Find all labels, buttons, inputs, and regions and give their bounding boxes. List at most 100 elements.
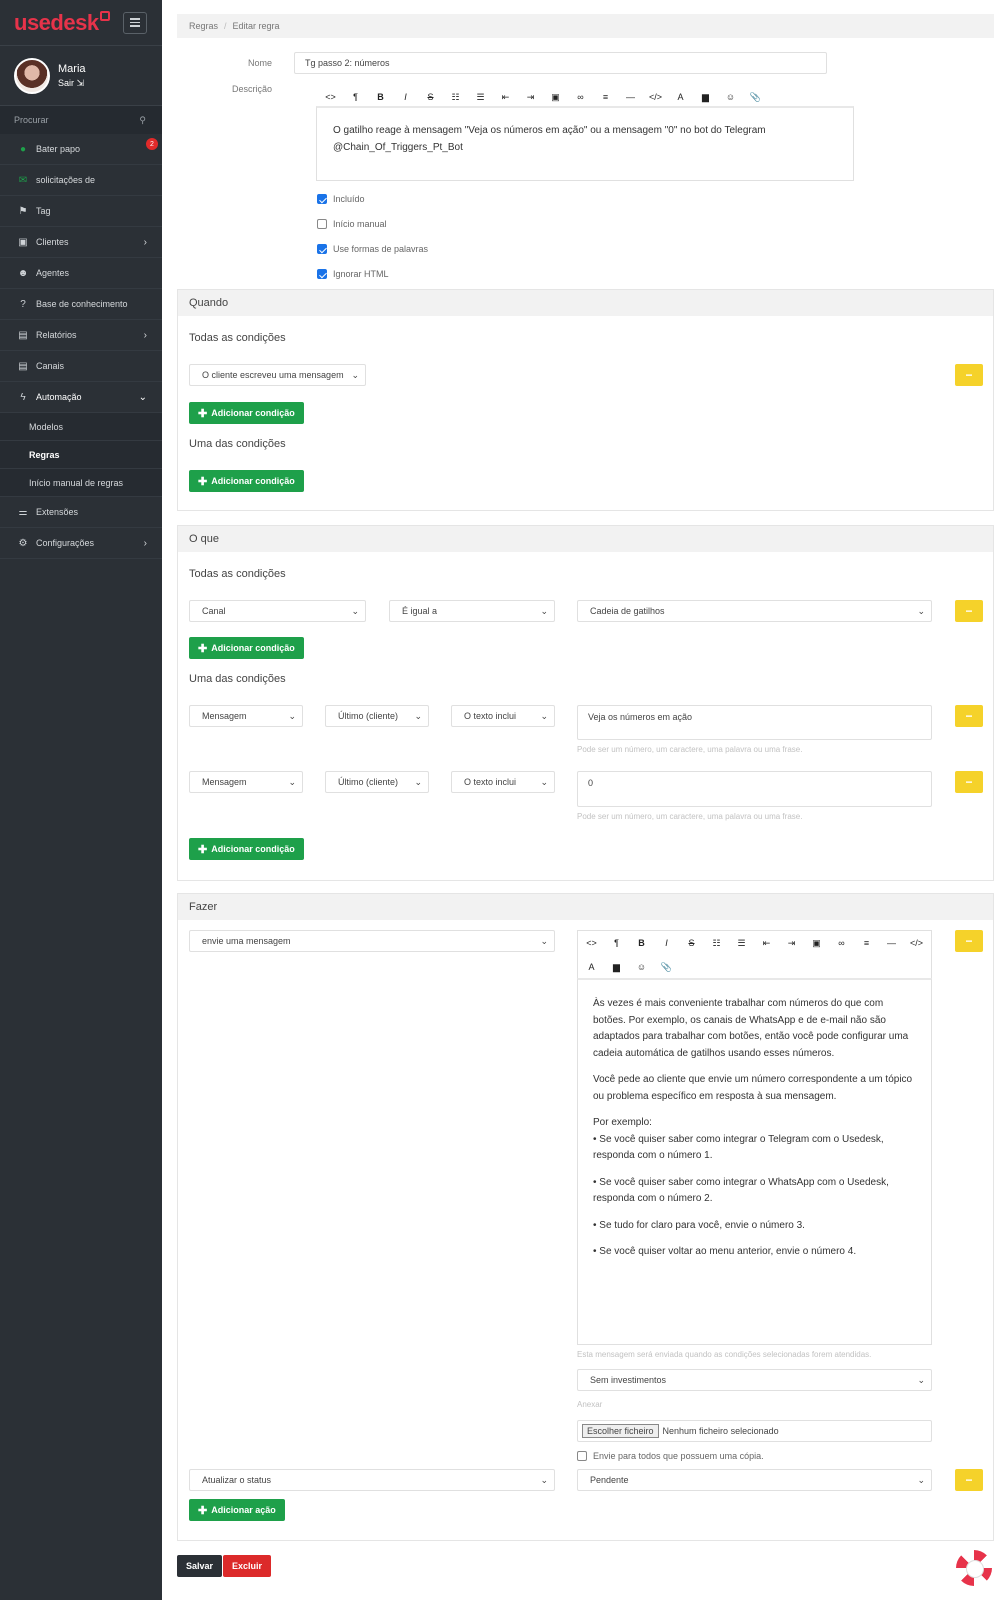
condition-value-textarea[interactable]: 0 — [577, 771, 932, 807]
bold-icon[interactable]: B — [629, 938, 654, 948]
link-icon[interactable]: ∞ — [568, 92, 593, 102]
remove-action-button[interactable]: − — [955, 930, 983, 952]
menu-toggle-button[interactable] — [123, 11, 147, 34]
action-select[interactable]: envie uma mensagem ⌄ — [189, 930, 555, 952]
italic-icon[interactable]: I — [654, 938, 679, 948]
sidebar-subitem-models[interactable]: Modelos — [0, 413, 162, 441]
outdent-icon[interactable]: ⇤ — [754, 938, 779, 949]
add-condition-button[interactable]: ✚ Adicionar condição — [189, 838, 304, 860]
checkbox-included[interactable]: Incluído — [317, 194, 365, 204]
remove-action-button[interactable]: − — [955, 1469, 983, 1491]
checkbox-ignore-html-box[interactable] — [317, 269, 327, 279]
bold-icon[interactable]: B — [368, 92, 393, 102]
sidebar-item-automation[interactable]: ϟ Automação ⌄ — [0, 382, 162, 413]
checkbox-copy-box[interactable] — [577, 1451, 587, 1461]
sidebar-item-settings[interactable]: ⚙ Configurações › — [0, 528, 162, 559]
search-icon[interactable]: ⚲ — [139, 115, 146, 126]
checkbox-ignore-html[interactable]: Ignorar HTML — [317, 269, 389, 279]
italic-icon[interactable]: I — [393, 92, 418, 102]
indent-icon[interactable]: ⇥ — [518, 92, 543, 103]
remove-condition-button[interactable]: − — [955, 600, 983, 622]
when-all-condition-select[interactable]: O cliente escreveu uma mensagem ⌄ — [189, 364, 366, 386]
horizontal-rule-icon[interactable]: — — [618, 92, 643, 102]
condition-operator-select[interactable]: O texto inclui ⌄ — [451, 705, 555, 727]
unordered-list-icon[interactable]: ☷ — [443, 92, 468, 103]
background-color-icon[interactable]: ▆ — [604, 962, 629, 973]
sidebar-item-channels[interactable]: ▤ Canais — [0, 351, 162, 382]
align-icon[interactable]: ≡ — [854, 938, 879, 948]
logout-link[interactable]: Sair ⇲ — [58, 78, 86, 89]
investments-select[interactable]: Sem investimentos ⌄ — [577, 1369, 932, 1391]
paragraph-icon[interactable]: ¶ — [343, 92, 368, 102]
description-editor[interactable]: O gatilho reage à mensagem "Veja os núme… — [316, 106, 854, 181]
code-view-icon[interactable]: <> — [318, 92, 343, 102]
condition-value-textarea[interactable]: Veja os números em ação — [577, 705, 932, 740]
horizontal-rule-icon[interactable]: — — [879, 938, 904, 948]
indent-icon[interactable]: ⇥ — [779, 938, 804, 949]
delete-button[interactable]: Excluir — [223, 1555, 272, 1577]
channel-operator-select[interactable]: É igual a ⌄ — [389, 600, 555, 622]
remove-condition-button[interactable]: − — [955, 364, 983, 386]
sidebar-item-agents[interactable]: ☻ Agentes — [0, 258, 162, 289]
add-condition-button[interactable]: ✚ Adicionar condição — [189, 402, 304, 424]
checkbox-word-forms-box[interactable] — [317, 244, 327, 254]
sidebar-item-knowledge-base[interactable]: ? Base de conhecimento — [0, 289, 162, 320]
add-condition-button[interactable]: ✚ Adicionar condição — [189, 470, 304, 492]
checkbox-manual-start[interactable]: Início manual — [317, 219, 387, 229]
add-action-button[interactable]: ✚ Adicionar ação — [189, 1499, 285, 1521]
image-icon[interactable]: ▣ — [543, 92, 568, 103]
image-icon[interactable]: ▣ — [804, 938, 829, 949]
sidebar-item-chat[interactable]: ● Bater papo 2 — [0, 134, 162, 165]
save-button[interactable]: Salvar — [177, 1555, 223, 1577]
condition-field-select[interactable]: Mensagem ⌄ — [189, 705, 303, 727]
choose-file-button[interactable]: Escolher ficheiro — [582, 1424, 659, 1438]
file-input[interactable]: Escolher ficheiro Nenhum ficheiro selecio… — [577, 1420, 932, 1442]
condition-operator-select[interactable]: O texto inclui ⌄ — [451, 771, 555, 793]
align-icon[interactable]: ≡ — [593, 92, 618, 102]
sidebar-search[interactable]: Procurar ⚲ — [0, 106, 162, 134]
html-icon[interactable]: </> — [643, 92, 668, 102]
strikethrough-icon[interactable]: S — [679, 938, 704, 948]
link-icon[interactable]: ∞ — [829, 938, 854, 948]
sidebar-item-extensions[interactable]: ⚌ Extensões — [0, 497, 162, 528]
search-input[interactable]: Procurar — [14, 115, 49, 125]
channel-field-select[interactable]: Canal ⌄ — [189, 600, 366, 622]
sidebar-item-clients[interactable]: ▣ Clientes › — [0, 227, 162, 258]
unordered-list-icon[interactable]: ☷ — [704, 938, 729, 949]
condition-scope-select[interactable]: Último (cliente) ⌄ — [325, 705, 429, 727]
condition-field-select[interactable]: Mensagem ⌄ — [189, 771, 303, 793]
checkbox-word-forms[interactable]: Use formas de palavras — [317, 244, 428, 254]
help-lifebuoy-icon[interactable] — [956, 1550, 992, 1586]
paragraph-icon[interactable]: ¶ — [604, 938, 629, 948]
checkbox-copy[interactable]: Envie para todos que possuem uma cópia. — [577, 1451, 764, 1461]
checkbox-manual-start-box[interactable] — [317, 219, 327, 229]
sidebar-item-tag[interactable]: ⚑ Tag — [0, 196, 162, 227]
remove-condition-button[interactable]: − — [955, 705, 983, 727]
attachment-icon[interactable]: 📎 — [743, 92, 768, 103]
ordered-list-icon[interactable]: ☰ — [729, 938, 754, 949]
background-color-icon[interactable]: ▆ — [693, 92, 718, 103]
breadcrumb-rules-link[interactable]: Regras — [189, 21, 218, 31]
emoji-icon[interactable]: ☺ — [629, 962, 654, 972]
action-select[interactable]: Atualizar o status ⌄ — [189, 1469, 555, 1491]
logo[interactable]: usedesk — [14, 10, 110, 36]
channel-value-select[interactable]: Cadeia de gatilhos ⌄ — [577, 600, 932, 622]
condition-scope-select[interactable]: Último (cliente) ⌄ — [325, 771, 429, 793]
sidebar-subitem-rules[interactable]: Regras — [0, 441, 162, 469]
sidebar-subitem-manual-start[interactable]: Início manual de regras — [0, 469, 162, 497]
name-input[interactable]: Tg passo 2: números — [294, 52, 827, 74]
remove-condition-button[interactable]: − — [955, 771, 983, 793]
sidebar-item-requests[interactable]: ✉ solicitações de — [0, 165, 162, 196]
add-condition-button[interactable]: ✚ Adicionar condição — [189, 637, 304, 659]
message-editor[interactable]: Às vezes é mais conveniente trabalhar co… — [577, 978, 932, 1345]
checkbox-included-box[interactable] — [317, 194, 327, 204]
outdent-icon[interactable]: ⇤ — [493, 92, 518, 103]
status-select[interactable]: Pendente ⌄ — [577, 1469, 932, 1491]
html-icon[interactable]: </> — [904, 938, 929, 948]
emoji-icon[interactable]: ☺ — [718, 92, 743, 102]
attachment-icon[interactable]: 📎 — [654, 962, 679, 973]
avatar[interactable] — [14, 57, 50, 94]
font-color-icon[interactable]: A — [579, 962, 604, 972]
sidebar-item-reports[interactable]: ▤ Relatórios › — [0, 320, 162, 351]
font-color-icon[interactable]: A — [668, 92, 693, 102]
